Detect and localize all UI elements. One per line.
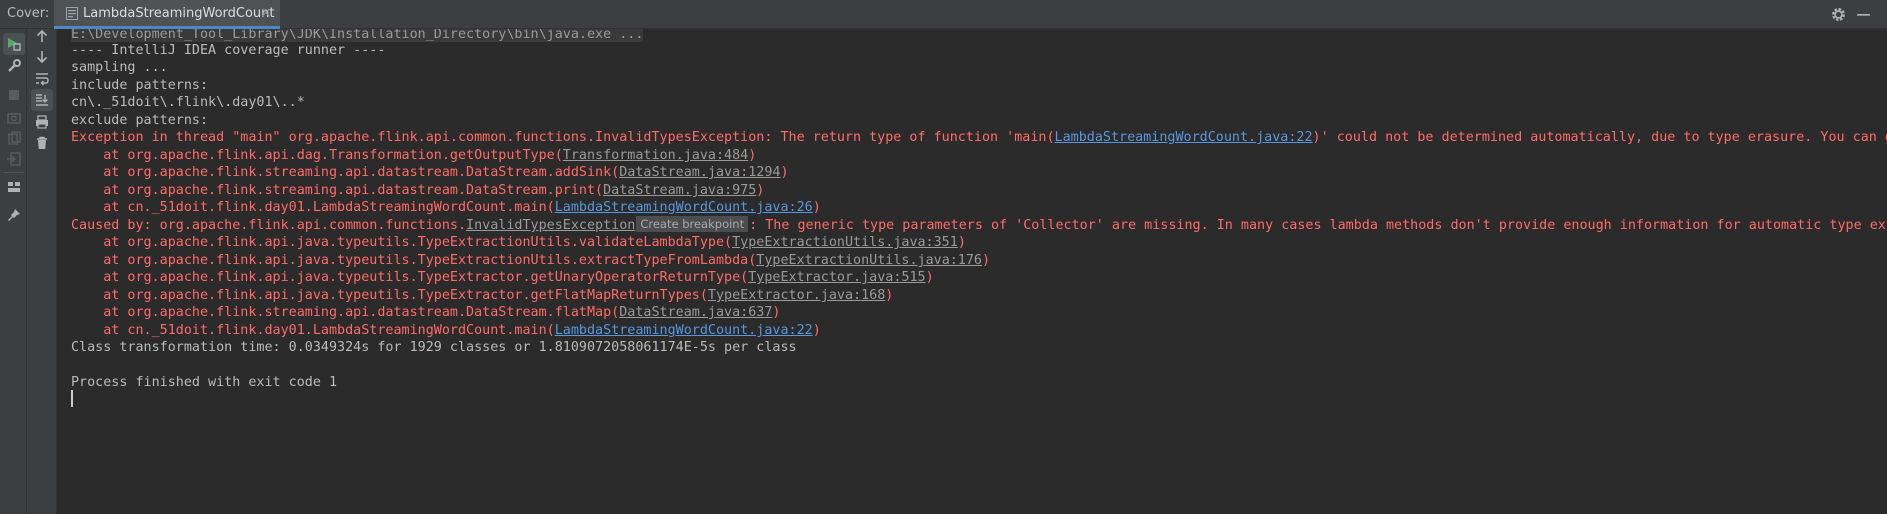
paren: ): [780, 165, 789, 180]
text-caret: [71, 390, 73, 407]
stack-frame-text: at cn._51doit.flink.day01.LambdaStreamin…: [71, 200, 555, 215]
stack-frame-text: at org.apache.flink.streaming.api.datast…: [71, 165, 620, 180]
create-breakpoint-button[interactable]: Create breakpoint: [636, 216, 749, 232]
layout-icon: [8, 182, 20, 192]
paren: ): [772, 305, 781, 320]
stack-frame-text: at org.apache.flink.api.dag.Transformati…: [71, 148, 563, 163]
close-icon[interactable]: ×: [260, 5, 272, 21]
paren: ): [756, 183, 765, 198]
down-arrow-icon: [36, 51, 48, 64]
soft-wrap-button[interactable]: [31, 68, 53, 90]
thread-dump-button[interactable]: [3, 106, 25, 128]
tab-lambda-streaming-word-count[interactable]: LambdaStreamingWordCount ×: [54, 0, 280, 29]
scroll-to-end-icon: [36, 94, 48, 106]
source-link[interactable]: DataStream.java:975: [603, 183, 756, 198]
timing-line: Class transformation time: 0.0349324s fo…: [71, 340, 797, 355]
console-toolbar: [27, 29, 57, 514]
caused-by-text: Caused by: org.apache.flink.api.common.f…: [71, 218, 467, 233]
source-link[interactable]: LambdaStreamingWordCount.java:22: [555, 323, 813, 338]
coverage-run-button[interactable]: [3, 33, 25, 55]
clear-all-button[interactable]: [31, 132, 53, 154]
layout-button[interactable]: [3, 176, 25, 198]
stop-icon: [9, 90, 19, 100]
tool-window-header: Cover: LambdaStreamingWordCount ×: [0, 0, 1887, 29]
scroll-to-end-button[interactable]: [31, 89, 53, 111]
source-link[interactable]: TypeExtractionUtils.java:351: [732, 235, 958, 250]
exception-text: )' could not be determined automatically…: [1312, 130, 1887, 145]
stack-frame-text: at cn._51doit.flink.day01.LambdaStreamin…: [71, 323, 555, 338]
toolbar-divider: [4, 172, 24, 173]
pin-icon: [8, 209, 20, 221]
source-link[interactable]: LambdaStreamingWordCount.java:22: [1055, 130, 1313, 145]
login-icon: [7, 152, 21, 166]
stop-button[interactable]: [3, 84, 25, 106]
next-occurrence-button[interactable]: [31, 46, 53, 68]
source-link[interactable]: DataStream.java:637: [619, 305, 772, 320]
paren: ): [812, 200, 821, 215]
pin-tab-button[interactable]: [3, 204, 25, 226]
trash-icon: [37, 136, 47, 149]
source-link[interactable]: LambdaStreamingWordCount.java:26: [555, 200, 813, 215]
stack-frame-text: at org.apache.flink.api.java.typeutils.T…: [71, 288, 708, 303]
source-link[interactable]: TypeExtractor.java:515: [748, 270, 925, 285]
stack-frame-text: at org.apache.flink.streaming.api.datast…: [71, 305, 620, 320]
paren: ): [748, 148, 757, 163]
coverage-run-icon: [8, 38, 21, 51]
exception-class-link[interactable]: InvalidTypesException: [466, 218, 635, 233]
cover-label: Cover:: [7, 6, 50, 21]
paren: ): [982, 253, 991, 268]
exception-text: Exception in thread "main" org.apache.fl…: [71, 130, 1055, 145]
export-button[interactable]: [3, 127, 25, 149]
run-config-icon: [66, 7, 78, 20]
caused-by-text: : The generic type parameters of 'Collec…: [749, 218, 1887, 233]
export-icon: [8, 131, 21, 145]
settings-button[interactable]: [3, 55, 25, 77]
source-link[interactable]: DataStream.java:1294: [619, 165, 780, 180]
up-arrow-icon: [36, 29, 48, 42]
source-link[interactable]: TypeExtractor.java:168: [708, 288, 885, 303]
print-button[interactable]: [31, 111, 53, 133]
source-link[interactable]: TypeExtractionUtils.java:176: [756, 253, 982, 268]
wrench-icon: [8, 59, 21, 72]
stack-frame-text: at org.apache.flink.api.java.typeutils.T…: [71, 270, 749, 285]
exit-line: Process finished with exit code 1: [71, 375, 338, 390]
minimize-icon[interactable]: [1855, 6, 1872, 23]
stack-frame-text: at org.apache.flink.api.java.typeutils.T…: [71, 235, 733, 250]
paren: ): [957, 235, 966, 250]
tab-title: LambdaStreamingWordCount: [83, 6, 275, 21]
paren: ): [925, 270, 934, 285]
paren: ): [812, 323, 821, 338]
stack-frame-text: at org.apache.flink.streaming.api.datast…: [71, 183, 604, 198]
source-link[interactable]: Transformation.java:484: [563, 148, 748, 163]
console-output[interactable]: E:\Development_Tool_Library\JDK\Installa…: [57, 29, 1887, 514]
login-button[interactable]: [3, 148, 25, 170]
soft-wrap-icon: [36, 73, 49, 86]
left-toolbar: [0, 29, 27, 514]
stack-frame-text: at org.apache.flink.api.java.typeutils.T…: [71, 253, 757, 268]
paren: ): [885, 288, 894, 303]
print-icon: [36, 115, 48, 129]
camera-icon: [7, 113, 21, 124]
gear-icon[interactable]: [1830, 6, 1847, 23]
previous-occurrence-button[interactable]: [31, 25, 53, 47]
